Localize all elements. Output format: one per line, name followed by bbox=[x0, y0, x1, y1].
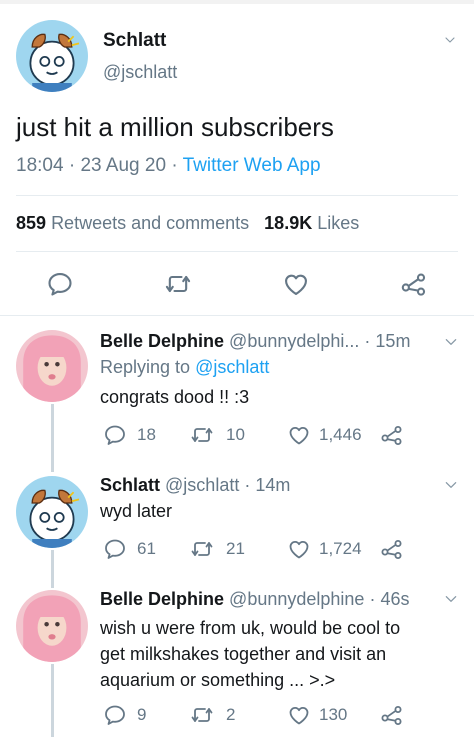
likes-stat[interactable]: 18.9K Likes bbox=[264, 213, 359, 233]
reply-text-line: wish u were from uk, would be cool to bbox=[100, 618, 401, 638]
share-icon bbox=[380, 423, 404, 447]
retweet-icon bbox=[164, 270, 192, 298]
reply-text: wish u were from uk, would be cool to ge… bbox=[100, 615, 400, 693]
reply-author-name[interactable]: Schlatt bbox=[100, 475, 160, 495]
tweet-source[interactable]: Twitter Web App bbox=[183, 155, 321, 176]
thread-line bbox=[51, 664, 54, 737]
avatar[interactable] bbox=[16, 590, 88, 662]
thread-line bbox=[51, 404, 54, 472]
reply-header: Belle Delphine @bunnydelphi... · 15m bbox=[100, 331, 410, 352]
reply-header: Schlatt @jschlatt · 14m bbox=[100, 475, 290, 496]
retweets-count: 859 bbox=[16, 213, 47, 233]
reply-time[interactable]: · 46s bbox=[369, 589, 409, 609]
reply-button[interactable]: 61 bbox=[103, 537, 156, 561]
reply-time[interactable]: · 14m bbox=[244, 475, 290, 495]
retweet-icon bbox=[190, 537, 214, 561]
reply-author-handle[interactable]: @jschlatt bbox=[165, 475, 239, 495]
like-count: 1,446 bbox=[319, 425, 362, 444]
like-button[interactable]: 130 bbox=[287, 703, 347, 727]
tweet-meta: 18:04 · 23 Aug 20 · Twitter Web App bbox=[16, 155, 321, 177]
reply-icon bbox=[103, 423, 127, 447]
reply-text-line: get milkshakes together and visit an bbox=[100, 644, 387, 664]
tweet-time[interactable]: 18:04 bbox=[16, 155, 64, 176]
more-options-chevron-icon[interactable] bbox=[444, 478, 458, 497]
retweets-stat[interactable]: 859 Retweets and comments bbox=[16, 213, 254, 233]
engagement-stats: 859 Retweets and comments 18.9K Likes bbox=[16, 213, 359, 234]
retweet-button[interactable]: 10 bbox=[190, 423, 245, 447]
reply-author-name[interactable]: Belle Delphine bbox=[100, 331, 224, 351]
thread-line bbox=[51, 550, 54, 588]
like-count: 1,724 bbox=[319, 539, 362, 558]
replying-to: Replying to @jschlatt bbox=[100, 357, 269, 378]
share-icon bbox=[380, 703, 404, 727]
retweet-button[interactable] bbox=[164, 270, 192, 298]
reply-author-handle[interactable]: @bunnydelphi... bbox=[229, 331, 359, 351]
reply-icon bbox=[46, 270, 74, 298]
reply-count: 18 bbox=[137, 425, 156, 444]
reply-author-name[interactable]: Belle Delphine bbox=[100, 589, 224, 609]
share-icon bbox=[380, 537, 404, 561]
share-button[interactable] bbox=[380, 423, 404, 447]
share-button[interactable] bbox=[380, 703, 404, 727]
more-options-chevron-icon[interactable] bbox=[444, 33, 456, 51]
reply-count: 9 bbox=[137, 705, 147, 724]
reply-text: wyd later bbox=[100, 501, 173, 521]
tweet-date[interactable]: 23 Aug 20 bbox=[80, 155, 166, 176]
retweet-button[interactable]: 21 bbox=[190, 537, 245, 561]
retweet-icon bbox=[190, 703, 214, 727]
share-button[interactable] bbox=[400, 270, 428, 298]
heart-icon bbox=[287, 703, 311, 727]
reply-button[interactable]: 9 bbox=[103, 703, 146, 727]
section-divider bbox=[0, 315, 474, 316]
reply-button[interactable]: 18 bbox=[103, 423, 156, 447]
more-options-chevron-icon[interactable] bbox=[444, 335, 458, 354]
replying-prefix: Replying to bbox=[100, 357, 191, 377]
reply-count: 61 bbox=[137, 539, 156, 558]
retweet-icon bbox=[190, 423, 214, 447]
more-options-chevron-icon[interactable] bbox=[444, 592, 458, 611]
tweet-text: just hit a million subscribers bbox=[16, 112, 334, 142]
reply-text: congrats dood !! :3 bbox=[100, 387, 250, 407]
divider bbox=[16, 251, 458, 252]
retweets-label: Retweets and comments bbox=[51, 213, 250, 233]
like-count: 130 bbox=[319, 705, 348, 724]
reply-header: Belle Delphine @bunnydelphine · 46s bbox=[100, 589, 409, 610]
avatar[interactable] bbox=[16, 476, 88, 548]
reply-icon bbox=[103, 537, 127, 561]
avatar[interactable] bbox=[16, 330, 88, 402]
heart-icon bbox=[282, 270, 310, 298]
like-button[interactable] bbox=[282, 270, 310, 298]
divider bbox=[16, 195, 458, 196]
share-icon bbox=[400, 270, 428, 298]
like-button[interactable]: 1,446 bbox=[287, 423, 362, 447]
retweet-count: 2 bbox=[226, 705, 236, 724]
heart-icon bbox=[287, 423, 311, 447]
like-button[interactable]: 1,724 bbox=[287, 537, 362, 561]
retweet-count: 21 bbox=[226, 539, 245, 558]
likes-label: Likes bbox=[317, 213, 360, 233]
avatar[interactable] bbox=[16, 20, 88, 92]
meta-separator: · bbox=[171, 155, 178, 176]
author-handle[interactable]: @jschlatt bbox=[103, 62, 177, 83]
heart-icon bbox=[287, 537, 311, 561]
share-button[interactable] bbox=[380, 537, 404, 561]
reply-time[interactable]: · 15m bbox=[364, 331, 410, 351]
reply-icon bbox=[103, 703, 127, 727]
reply-author-handle[interactable]: @bunnydelphine bbox=[229, 589, 364, 609]
replying-handle[interactable]: @jschlatt bbox=[195, 357, 269, 377]
reply-button[interactable] bbox=[46, 270, 74, 298]
author-name[interactable]: Schlatt bbox=[103, 30, 166, 52]
retweet-button[interactable]: 2 bbox=[190, 703, 235, 727]
meta-separator: · bbox=[68, 155, 76, 176]
likes-count: 18.9K bbox=[264, 213, 313, 233]
top-divider bbox=[0, 0, 474, 4]
retweet-count: 10 bbox=[226, 425, 245, 444]
reply-text-line: aquarium or something ... >.> bbox=[100, 670, 336, 690]
